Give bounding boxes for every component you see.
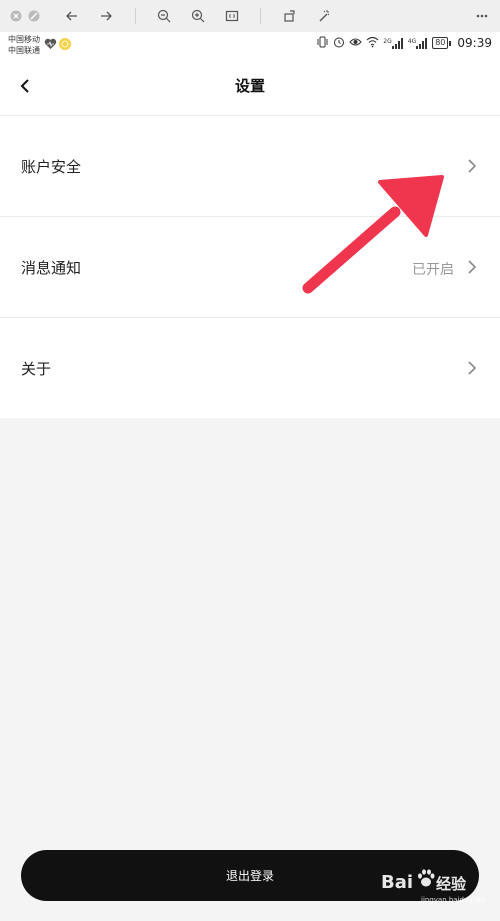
arrow-left-icon[interactable]	[62, 6, 82, 26]
block-icon[interactable]	[24, 6, 44, 26]
chevron-right-icon	[468, 361, 477, 375]
magic-wand-icon[interactable]	[314, 6, 334, 26]
chevron-right-icon	[468, 260, 477, 274]
wifi-icon	[366, 36, 379, 50]
logout-label: 退出登录	[225, 869, 274, 883]
rotate-icon[interactable]	[280, 6, 300, 26]
annotation-arrow	[302, 175, 444, 294]
toolbar-divider	[260, 8, 261, 24]
eye-icon	[349, 36, 362, 50]
network-1-label: 2G	[383, 37, 392, 45]
paw-icon	[418, 869, 435, 887]
heart-rate-icon	[44, 38, 57, 52]
close-icon[interactable]	[6, 6, 26, 26]
carrier-1: 中国移动	[8, 35, 40, 44]
page-title: 设置	[234, 77, 265, 95]
vibrate-icon	[316, 36, 329, 50]
settings-item-label: 关于	[21, 360, 52, 378]
toolbar-divider	[135, 8, 136, 24]
chevron-right-icon	[468, 159, 477, 173]
battery-icon: 80	[432, 37, 452, 49]
settings-item-label: 账户安全	[21, 158, 82, 176]
watermark-url: jingyan.baidu.com	[421, 896, 486, 904]
nav-bar: 设置	[0, 58, 500, 115]
fit-screen-icon[interactable]	[222, 6, 242, 26]
viewer-toolbar	[0, 0, 500, 33]
carrier-2: 中国联通	[8, 46, 40, 55]
settings-item-about[interactable]: 关于	[0, 317, 500, 418]
alarm-icon	[333, 36, 345, 50]
status-icons: 2G 4G 80 09:39	[316, 36, 492, 50]
baidu-jingyan-watermark: Bai 经验 jingyan.baidu.com	[381, 866, 493, 912]
zoom-out-icon[interactable]	[154, 6, 174, 26]
carrier-info: 中国移动 中国联通	[8, 34, 40, 56]
arrow-right-icon[interactable]	[96, 6, 116, 26]
more-icon[interactable]	[472, 6, 492, 26]
watermark-brand-cn: 经验	[436, 875, 467, 893]
app-badge-icon	[59, 38, 71, 52]
signal-2-icon: 4G	[407, 37, 428, 49]
battery-level: 80	[432, 37, 449, 49]
zoom-in-icon[interactable]	[188, 6, 208, 26]
status-bar: 中国移动 中国联通 2G 4G 80 09:39	[0, 32, 500, 58]
settings-item-label: 消息通知	[21, 259, 82, 277]
watermark-brand: Bai	[381, 872, 414, 893]
clock: 09:39	[457, 36, 492, 50]
signal-1-icon: 2G	[383, 37, 403, 49]
network-2-label: 4G	[407, 37, 417, 45]
